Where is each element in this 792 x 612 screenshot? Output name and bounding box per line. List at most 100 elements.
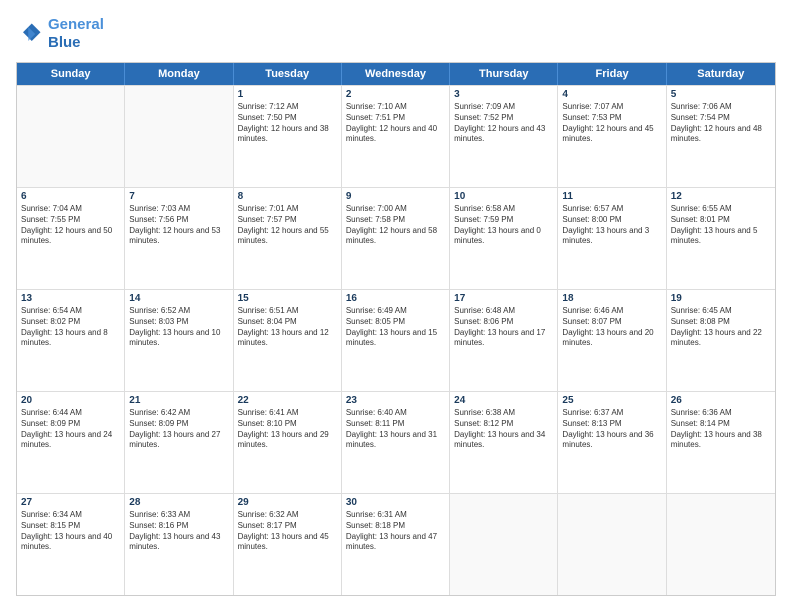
cal-cell: 17 Sunrise: 6:48 AM Sunset: 8:06 PM Dayli… — [450, 290, 558, 391]
day-header-thursday: Thursday — [450, 63, 558, 85]
cal-cell — [667, 494, 775, 595]
cal-cell: 3 Sunrise: 7:09 AM Sunset: 7:52 PM Daylig… — [450, 86, 558, 187]
cell-info: Sunrise: 6:54 AM Sunset: 8:02 PM Dayligh… — [21, 306, 120, 349]
cal-cell: 7 Sunrise: 7:03 AM Sunset: 7:56 PM Daylig… — [125, 188, 233, 289]
day-number: 2 — [346, 89, 445, 100]
cal-cell: 14 Sunrise: 6:52 AM Sunset: 8:03 PM Dayli… — [125, 290, 233, 391]
week-row-1: 6Sunrise: 7:04 AM Sunset: 7:55 PM Daylig… — [17, 187, 775, 289]
day-number: 16 — [346, 293, 445, 304]
cell-info: Sunrise: 7:04 AM Sunset: 7:55 PM Dayligh… — [21, 204, 120, 247]
cell-info: Sunrise: 6:55 AM Sunset: 8:01 PM Dayligh… — [671, 204, 771, 247]
cell-info: Sunrise: 6:46 AM Sunset: 8:07 PM Dayligh… — [562, 306, 661, 349]
calendar: SundayMondayTuesdayWednesdayThursdayFrid… — [16, 62, 776, 596]
cal-cell: 11Sunrise: 6:57 AM Sunset: 8:00 PM Dayli… — [558, 188, 666, 289]
day-number: 20 — [21, 395, 120, 406]
cell-info: Sunrise: 7:03 AM Sunset: 7:56 PM Dayligh… — [129, 204, 228, 247]
cell-info: Sunrise: 6:41 AM Sunset: 8:10 PM Dayligh… — [238, 408, 337, 451]
week-row-2: 13 Sunrise: 6:54 AM Sunset: 8:02 PM Dayli… — [17, 289, 775, 391]
cell-info: Sunrise: 7:06 AM Sunset: 7:54 PM Dayligh… — [671, 102, 771, 145]
day-number: 30 — [346, 497, 445, 508]
cal-cell: 27Sunrise: 6:34 AM Sunset: 8:15 PM Dayli… — [17, 494, 125, 595]
cell-info: Sunrise: 6:34 AM Sunset: 8:15 PM Dayligh… — [21, 510, 120, 553]
day-header-sunday: Sunday — [17, 63, 125, 85]
day-number: 12 — [671, 191, 771, 202]
cell-info: Sunrise: 6:57 AM Sunset: 8:00 PM Dayligh… — [562, 204, 661, 247]
cell-info: Sunrise: 6:52 AM Sunset: 8:03 PM Dayligh… — [129, 306, 228, 349]
cal-cell — [558, 494, 666, 595]
cal-cell: 2 Sunrise: 7:10 AM Sunset: 7:51 PM Daylig… — [342, 86, 450, 187]
cal-cell: 25 Sunrise: 6:37 AM Sunset: 8:13 PM Dayli… — [558, 392, 666, 493]
page: General Blue SundayMondayTuesdayWednesda… — [0, 0, 792, 612]
day-number: 26 — [671, 395, 771, 406]
cell-info: Sunrise: 6:51 AM Sunset: 8:04 PM Dayligh… — [238, 306, 337, 349]
cal-cell: 28 Sunrise: 6:33 AM Sunset: 8:16 PM Dayli… — [125, 494, 233, 595]
cal-cell: 12 Sunrise: 6:55 AM Sunset: 8:01 PM Dayli… — [667, 188, 775, 289]
cell-info: Sunrise: 7:09 AM Sunset: 7:52 PM Dayligh… — [454, 102, 553, 145]
cal-cell: 13 Sunrise: 6:54 AM Sunset: 8:02 PM Dayli… — [17, 290, 125, 391]
day-number: 5 — [671, 89, 771, 100]
cal-cell: 29 Sunrise: 6:32 AM Sunset: 8:17 PM Dayli… — [234, 494, 342, 595]
cell-info: Sunrise: 7:00 AM Sunset: 7:58 PM Dayligh… — [346, 204, 445, 247]
cell-info: Sunrise: 7:07 AM Sunset: 7:53 PM Dayligh… — [562, 102, 661, 145]
cal-cell: 22 Sunrise: 6:41 AM Sunset: 8:10 PM Dayli… — [234, 392, 342, 493]
day-number: 8 — [238, 191, 337, 202]
cell-info: Sunrise: 6:38 AM Sunset: 8:12 PM Dayligh… — [454, 408, 553, 451]
cell-info: Sunrise: 6:31 AM Sunset: 8:18 PM Dayligh… — [346, 510, 445, 553]
cell-info: Sunrise: 6:48 AM Sunset: 8:06 PM Dayligh… — [454, 306, 553, 349]
day-number: 14 — [129, 293, 228, 304]
day-number: 7 — [129, 191, 228, 202]
day-header-tuesday: Tuesday — [234, 63, 342, 85]
day-number: 25 — [562, 395, 661, 406]
day-number: 17 — [454, 293, 553, 304]
cell-info: Sunrise: 6:33 AM Sunset: 8:16 PM Dayligh… — [129, 510, 228, 553]
cal-cell: 10Sunrise: 6:58 AM Sunset: 7:59 PM Dayli… — [450, 188, 558, 289]
cell-info: Sunrise: 7:12 AM Sunset: 7:50 PM Dayligh… — [238, 102, 337, 145]
cal-cell: 19Sunrise: 6:45 AM Sunset: 8:08 PM Dayli… — [667, 290, 775, 391]
cal-cell: 5 Sunrise: 7:06 AM Sunset: 7:54 PM Daylig… — [667, 86, 775, 187]
cal-cell — [450, 494, 558, 595]
cal-cell: 6Sunrise: 7:04 AM Sunset: 7:55 PM Daylig… — [17, 188, 125, 289]
week-row-3: 20 Sunrise: 6:44 AM Sunset: 8:09 PM Dayli… — [17, 391, 775, 493]
day-number: 13 — [21, 293, 120, 304]
cal-cell: 16 Sunrise: 6:49 AM Sunset: 8:05 PM Dayli… — [342, 290, 450, 391]
cell-info: Sunrise: 6:36 AM Sunset: 8:14 PM Dayligh… — [671, 408, 771, 451]
cal-cell: 21Sunrise: 6:42 AM Sunset: 8:09 PM Dayli… — [125, 392, 233, 493]
calendar-header: SundayMondayTuesdayWednesdayThursdayFrid… — [17, 63, 775, 85]
cal-cell — [125, 86, 233, 187]
cal-cell: 18 Sunrise: 6:46 AM Sunset: 8:07 PM Dayli… — [558, 290, 666, 391]
day-number: 24 — [454, 395, 553, 406]
cal-cell: 9 Sunrise: 7:00 AM Sunset: 7:58 PM Daylig… — [342, 188, 450, 289]
cal-cell: 24 Sunrise: 6:38 AM Sunset: 8:12 PM Dayli… — [450, 392, 558, 493]
day-header-friday: Friday — [558, 63, 666, 85]
header: General Blue — [16, 16, 776, 52]
day-number: 10 — [454, 191, 553, 202]
day-number: 9 — [346, 191, 445, 202]
cal-cell: 1 Sunrise: 7:12 AM Sunset: 7:50 PM Daylig… — [234, 86, 342, 187]
day-header-wednesday: Wednesday — [342, 63, 450, 85]
day-number: 18 — [562, 293, 661, 304]
day-number: 15 — [238, 293, 337, 304]
cell-info: Sunrise: 6:49 AM Sunset: 8:05 PM Dayligh… — [346, 306, 445, 349]
cell-info: Sunrise: 7:10 AM Sunset: 7:51 PM Dayligh… — [346, 102, 445, 145]
day-number: 3 — [454, 89, 553, 100]
cell-info: Sunrise: 6:45 AM Sunset: 8:08 PM Dayligh… — [671, 306, 771, 349]
logo-text: General Blue — [48, 16, 104, 52]
cal-cell — [17, 86, 125, 187]
calendar-body: 1 Sunrise: 7:12 AM Sunset: 7:50 PM Daylig… — [17, 85, 775, 595]
cell-info: Sunrise: 6:37 AM Sunset: 8:13 PM Dayligh… — [562, 408, 661, 451]
day-header-saturday: Saturday — [667, 63, 775, 85]
day-number: 29 — [238, 497, 337, 508]
cal-cell: 8 Sunrise: 7:01 AM Sunset: 7:57 PM Daylig… — [234, 188, 342, 289]
day-number: 23 — [346, 395, 445, 406]
day-number: 28 — [129, 497, 228, 508]
day-number: 22 — [238, 395, 337, 406]
cal-cell: 4Sunrise: 7:07 AM Sunset: 7:53 PM Daylig… — [558, 86, 666, 187]
day-number: 21 — [129, 395, 228, 406]
cell-info: Sunrise: 6:32 AM Sunset: 8:17 PM Dayligh… — [238, 510, 337, 553]
cell-info: Sunrise: 7:01 AM Sunset: 7:57 PM Dayligh… — [238, 204, 337, 247]
day-number: 1 — [238, 89, 337, 100]
cal-cell: 20 Sunrise: 6:44 AM Sunset: 8:09 PM Dayli… — [17, 392, 125, 493]
cell-info: Sunrise: 6:44 AM Sunset: 8:09 PM Dayligh… — [21, 408, 120, 451]
week-row-0: 1 Sunrise: 7:12 AM Sunset: 7:50 PM Daylig… — [17, 85, 775, 187]
week-row-4: 27Sunrise: 6:34 AM Sunset: 8:15 PM Dayli… — [17, 493, 775, 595]
